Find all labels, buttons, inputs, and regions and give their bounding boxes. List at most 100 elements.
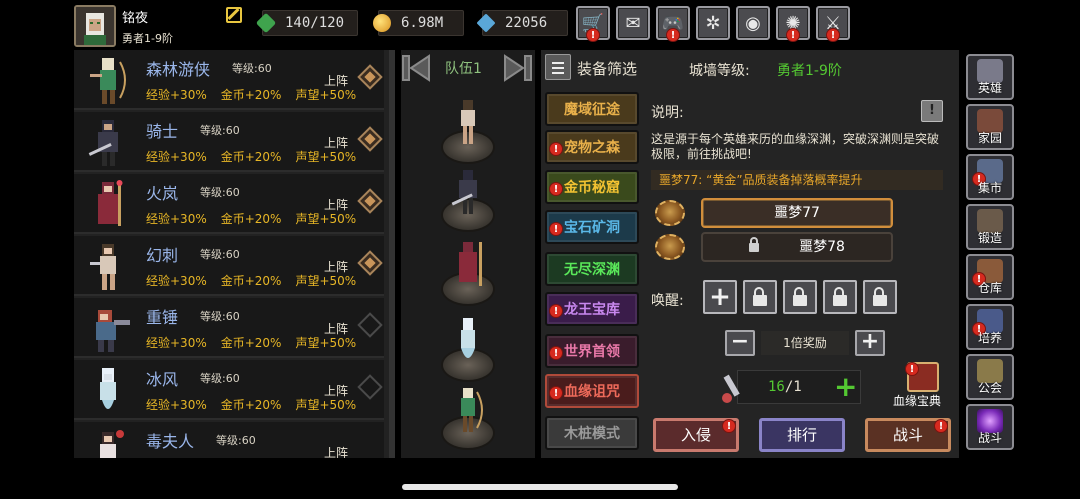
energy-counter[interactable]: 140/120 <box>255 10 358 36</box>
team-hero-ranger-sprite <box>461 388 483 432</box>
team-hero-assassin-sprite <box>461 100 475 144</box>
hero-row[interactable]: 骑士 等级:60 经验+30% 金币+20% 声望+50% 上阵 <box>74 112 384 172</box>
dungeon-tab-world-boss[interactable]: ! 世界首领 <box>545 334 639 368</box>
notification-badge: ! <box>549 346 563 360</box>
shop-button[interactable]: 🛒 ! <box>576 6 610 42</box>
dungeon-tab-gem-mine[interactable]: ! 宝石矿洞 <box>545 210 639 244</box>
top-bar: 铭夜 勇者1-9阶 140/120 6.98M 22056 🛒 ! ✉ 🎮 ! … <box>0 0 1080 48</box>
dungeon-tab-demon-realm[interactable]: 魔域征途 <box>545 92 639 126</box>
awaken-locked-slot[interactable] <box>823 280 857 314</box>
dungeon-tab-pet-forest[interactable]: ! 宠物之森 <box>545 130 639 164</box>
hero-level: 等级:60 <box>200 372 240 385</box>
prev-team-arrow-icon[interactable] <box>401 54 431 82</box>
hero-row[interactable]: 重锤 等级:60 经验+30% 金币+20% 声望+50% 上阵 <box>74 298 384 358</box>
nav-forge[interactable]: 锻造 <box>966 204 1014 250</box>
hero-poison-lady-sprite <box>100 430 124 458</box>
hero-list[interactable]: 森林游侠 等级:60 经验+30% 金币+20% 声望+50% 上阵 骑士 等级:6… <box>74 50 394 458</box>
dungeon-tab-training-dummy[interactable]: 木桩模式 <box>545 416 639 450</box>
hero-row[interactable]: 幻刺 等级:60 经验+30% 金币+20% 声望+50% 上阵 <box>74 236 384 296</box>
reward-multiplier-plus-button[interactable]: + <box>855 330 885 356</box>
mail-button[interactable]: ✉ <box>616 6 650 40</box>
gold-bonus: 金币+20% <box>220 336 282 350</box>
invade-button[interactable]: 入侵 ! <box>653 418 739 452</box>
ticket-count: 16/1 <box>768 379 802 395</box>
color-wheel-icon: ◉ <box>745 12 761 34</box>
blood-codex-label[interactable]: 血缘宝典 <box>893 392 941 409</box>
hero-row[interactable]: 森林游侠 等级:60 经验+30% 金币+20% 声望+50% 上阵 <box>74 50 384 110</box>
nightmare-row[interactable]: 噩梦78 <box>651 232 896 262</box>
hero-level: 等级:60 <box>200 124 240 137</box>
settings-button[interactable]: ✲ <box>696 6 730 40</box>
nightmare-row[interactable]: 噩梦77 <box>651 198 896 228</box>
dungeon-tab-dragon-vault[interactable]: ! 龙王宝库 <box>545 292 639 326</box>
notification-badge: ! <box>666 28 680 42</box>
nav-warehouse[interactable]: ! 仓库 <box>966 254 1014 300</box>
leaderboard-button[interactable]: 排行 <box>759 418 845 452</box>
nav-training[interactable]: ! 培养 <box>966 304 1014 350</box>
nav-hero[interactable]: 英雄 <box>966 54 1014 100</box>
key-ticket-icon <box>722 374 740 403</box>
info-icon[interactable]: ! <box>921 100 943 122</box>
team-hero-icewind-sprite <box>461 318 475 358</box>
player-avatar[interactable] <box>74 5 116 47</box>
hero-row[interactable]: 冰风 等级:60 经验+30% 金币+20% 声望+50% 上阵 <box>74 360 384 420</box>
hero-name: 毒夫人 <box>146 432 195 451</box>
hero-row[interactable]: 火岚 等级:60 经验+30% 金币+20% 声望+50% 上阵 <box>74 174 384 234</box>
gold-bonus: 金币+20% <box>220 150 282 164</box>
lock-icon <box>833 286 847 306</box>
filter-menu-icon[interactable] <box>545 54 571 80</box>
lock-icon <box>749 236 760 252</box>
reward-multiplier-minus-button[interactable]: − <box>725 330 755 356</box>
hero-name: 幻刺 <box>146 246 179 265</box>
awaken-locked-slot[interactable] <box>863 280 897 314</box>
blood-codex-book-icon[interactable]: ! <box>905 362 939 392</box>
deploy-label: 上阵 <box>324 260 349 274</box>
hero-level: 等级:60 <box>216 434 256 447</box>
gold-counter[interactable]: 6.98M <box>373 10 464 36</box>
awaken-add-slot[interactable]: + <box>703 280 737 314</box>
fame-bonus: 声望+50% <box>295 274 357 288</box>
fireworks-button[interactable]: ✺ ! <box>776 6 810 42</box>
hero-name: 骑士 <box>146 122 179 141</box>
awaken-locked-slot[interactable] <box>783 280 817 314</box>
nav-guild[interactable]: 公会 <box>966 354 1014 400</box>
exp-bonus: 经验+30% <box>146 336 207 350</box>
dungeon-panel: 装备筛选 城墙等级: 勇者1-9阶 魔域征途 ! 宠物之森 ! 金币秘窟 ! 宝石矿洞… <box>541 50 959 458</box>
gem-counter[interactable]: 22056 <box>476 10 568 36</box>
description-text: 这是源于每个英雄来历的血缘深渊，突破深渊则是突破极限，前往挑战吧! <box>651 132 940 161</box>
hero-level: 等级:60 <box>200 310 240 323</box>
nightmare-level-locked[interactable]: 噩梦78 <box>701 232 893 262</box>
gold-coin-icon <box>373 14 391 32</box>
reward-multiplier-label: 1倍奖励 <box>761 331 849 355</box>
hero-list-scrollbar[interactable] <box>389 50 395 458</box>
home-indicator[interactable] <box>402 484 678 490</box>
nightmare-level-selected[interactable]: 噩梦77 <box>701 198 893 228</box>
gold-bonus: 金币+20% <box>220 88 282 102</box>
nav-home[interactable]: 家园 <box>966 104 1014 150</box>
edit-name-icon[interactable] <box>226 7 242 23</box>
gamepad-button[interactable]: 🎮 ! <box>656 6 690 42</box>
energy-lightning-icon <box>255 12 277 34</box>
deploy-label: 上阵 <box>324 322 349 336</box>
crossed-swords-button[interactable]: ⚔ ! <box>816 6 850 42</box>
hero-icewind-sprite <box>100 368 116 409</box>
hero-row[interactable]: 毒夫人 等级:60 上阵 <box>74 422 384 458</box>
color-wheel-button[interactable]: ◉ <box>736 6 770 40</box>
lock-icon <box>873 286 887 306</box>
fame-bonus: 声望+50% <box>295 336 357 350</box>
dungeon-tab-gold-cave[interactable]: ! 金币秘窟 <box>545 170 639 204</box>
equipment-filter-label[interactable]: 装备筛选 <box>577 58 637 79</box>
dungeon-tab-blood-curse[interactable]: ! 血缘诅咒 <box>545 374 639 408</box>
exp-bonus: 经验+30% <box>146 212 207 226</box>
notification-badge: ! <box>549 304 563 318</box>
battle-button[interactable]: 战斗 ! <box>865 418 951 452</box>
add-ticket-button[interactable]: + <box>834 371 857 403</box>
deploy-label: 上阵 <box>324 74 349 88</box>
next-team-arrow-icon[interactable] <box>503 54 533 82</box>
awaken-locked-slot[interactable] <box>743 280 777 314</box>
dungeon-tab-endless-abyss[interactable]: 无尽深渊 <box>545 252 639 286</box>
nav-market[interactable]: ! 集市 <box>966 154 1014 200</box>
notification-badge: ! <box>934 419 948 433</box>
drop-rate-notice: 噩梦77: “黄金”品质装备掉落概率提升 <box>651 170 943 190</box>
nav-battle[interactable]: 战斗 <box>966 404 1014 450</box>
